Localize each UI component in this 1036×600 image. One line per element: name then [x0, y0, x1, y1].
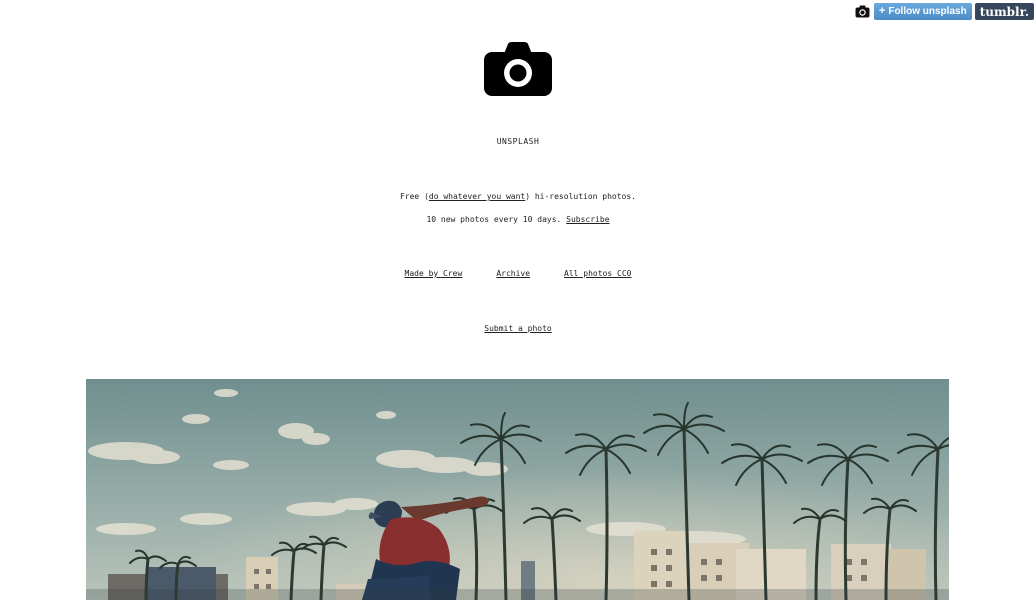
follow-button-label: Follow unsplash — [888, 6, 967, 17]
archive-link[interactable]: Archive — [496, 269, 530, 278]
camera-icon — [484, 42, 552, 96]
tumblr-controls: + Follow unsplash tumblr. — [854, 3, 1034, 20]
plus-icon: + — [878, 5, 886, 17]
tumblr-logo-button[interactable]: tumblr. — [974, 3, 1034, 20]
camera-icon[interactable] — [854, 3, 871, 20]
subscribe-link[interactable]: Subscribe — [566, 215, 609, 224]
schedule-line: 10 new photos every 10 days. Subscribe — [0, 215, 1036, 224]
all-photos-cc0-link[interactable]: All photos CC0 — [564, 269, 631, 278]
schedule-text: 10 new photos every 10 days. — [426, 215, 562, 224]
featured-photo[interactable] — [86, 379, 949, 600]
tumblr-logo-label: tumblr. — [979, 4, 1029, 19]
nav-links: Made by Crew Archive All photos CC0 — [0, 269, 1036, 278]
tagline-prefix: Free ( — [399, 192, 429, 201]
submit-photo-link[interactable]: Submit a photo — [484, 324, 551, 333]
site-logo[interactable] — [484, 42, 552, 96]
license-link[interactable]: do whatever you want — [429, 192, 525, 201]
tagline: Free (do whatever you want) hi-resolutio… — [0, 192, 1036, 201]
site-title: UNSPLASH — [496, 137, 540, 146]
made-by-crew-link[interactable]: Made by Crew — [405, 269, 463, 278]
submit-row: Submit a photo — [0, 324, 1036, 333]
follow-button[interactable]: + Follow unsplash — [873, 3, 972, 20]
tagline-suffix: ) hi-resolution photos. — [525, 192, 636, 201]
